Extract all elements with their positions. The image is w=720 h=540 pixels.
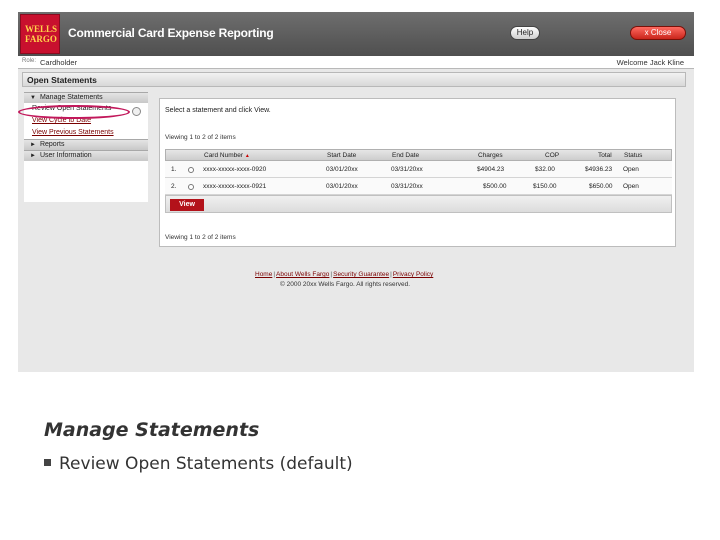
table-footer: View [165,195,672,213]
separator: | [330,271,333,278]
cop: $150.00 [533,183,557,190]
table-row[interactable]: 2. xxxx-xxxxx-xxxx-0921 03/01/20xx 03/31… [165,178,672,195]
close-button[interactable]: x Close [630,26,686,40]
screenshot: WELLS FARGO Commercial Card Expense Repo… [18,12,694,372]
start-date: 03/01/20xx [326,166,358,173]
status: Open [623,166,639,173]
highlight-ring [18,105,130,119]
row-radio[interactable] [188,167,194,173]
nav-section-manage-statements[interactable]: ▼ Manage Statements [24,92,148,103]
viewing-count-top: Viewing 1 to 2 of 2 items [165,134,236,141]
triangle-right-icon: ► [30,153,36,159]
help-button[interactable]: Help [510,26,540,40]
column-header-card-number[interactable]: Card Number ▲ [204,152,250,159]
card-number: xxxx-xxxxx-xxxx-0920 [203,166,267,173]
view-button[interactable]: View [170,199,204,211]
triangle-right-icon: ► [30,142,36,148]
table-row[interactable]: 1. xxxx-xxxxx-xxxx-0920 03/01/20xx 03/31… [165,161,672,178]
nav-section-label: User Information [39,152,92,159]
sort-up-icon: ▲ [244,153,250,159]
footer-links: Home|About Wells Fargo|Security Guarante… [255,271,433,278]
statements-panel: Select a statement and click View. Viewi… [159,98,676,247]
total: $650.00 [589,183,613,190]
role-label: Role: [22,58,37,64]
column-header-total[interactable]: Total [598,152,612,159]
column-header-cop[interactable]: COP [545,152,559,159]
nav-section-label: Reports [39,141,65,148]
total: $4936.23 [585,166,613,173]
row-number: 2. [171,183,177,190]
statements-table: Card Number ▲ Start Date End Date Charge… [165,149,672,213]
column-header-charges[interactable]: Charges [478,152,503,159]
footer-link-privacy[interactable]: Privacy Policy [393,271,433,278]
instruction-text: Select a statement and click View. [165,107,271,114]
cop: $32.00 [535,166,555,173]
footer-link-home[interactable]: Home [255,271,272,278]
gear-icon [132,107,141,116]
role-value: Cardholder [40,58,78,67]
triangle-down-icon: ▼ [30,95,36,101]
nav-section-user-information[interactable]: ► User Information [24,150,148,161]
wells-fargo-logo: WELLS FARGO [20,14,60,54]
footer-link-about[interactable]: About Wells Fargo [276,271,329,278]
column-header-label: Card Number [204,152,244,159]
end-date: 03/31/20xx [391,166,423,173]
charges: $500.00 [483,183,507,190]
column-header-end-date[interactable]: End Date [392,152,419,159]
welcome-text: Welcome Jack Kline [616,58,684,67]
role-bar: Role: Cardholder Welcome Jack Kline [18,56,694,69]
status: Open [623,183,639,190]
charges: $4904.23 [477,166,505,173]
end-date: 03/31/20xx [391,183,423,190]
column-header-status[interactable]: Status [624,152,642,159]
slide-bullet: Review Open Statements (default) [44,454,353,474]
separator: | [273,271,276,278]
page-title: Open Statements [22,72,686,87]
row-number: 1. [171,166,177,173]
viewing-count-bottom: Viewing 1 to 2 of 2 items [165,234,236,241]
square-bullet-icon [44,458,51,466]
app-title: Commercial Card Expense Reporting [68,26,274,40]
table-header: Card Number ▲ Start Date End Date Charge… [165,149,672,161]
row-radio[interactable] [188,184,194,190]
slide-title: Manage Statements [44,419,260,441]
nav-section-label: Manage Statements [39,94,103,101]
nav-item-view-previous-statements[interactable]: View Previous Statements [24,127,148,139]
nav-section-reports[interactable]: ► Reports [24,139,148,150]
column-header-start-date[interactable]: Start Date [327,152,356,159]
separator: | [390,271,392,278]
card-number: xxxx-xxxxx-xxxx-0921 [203,183,267,190]
start-date: 03/01/20xx [326,183,358,190]
slide-bullet-text: Review Open Statements (default) [59,454,353,474]
logo-line-1: WELLS [25,24,58,34]
app-header: WELLS FARGO Commercial Card Expense Repo… [18,12,694,56]
footer-link-security[interactable]: Security Guarantee [333,271,389,278]
logo-line-2: FARGO [25,34,57,44]
copyright-text: © 2000 20xx Wells Fargo. All rights rese… [280,281,411,288]
